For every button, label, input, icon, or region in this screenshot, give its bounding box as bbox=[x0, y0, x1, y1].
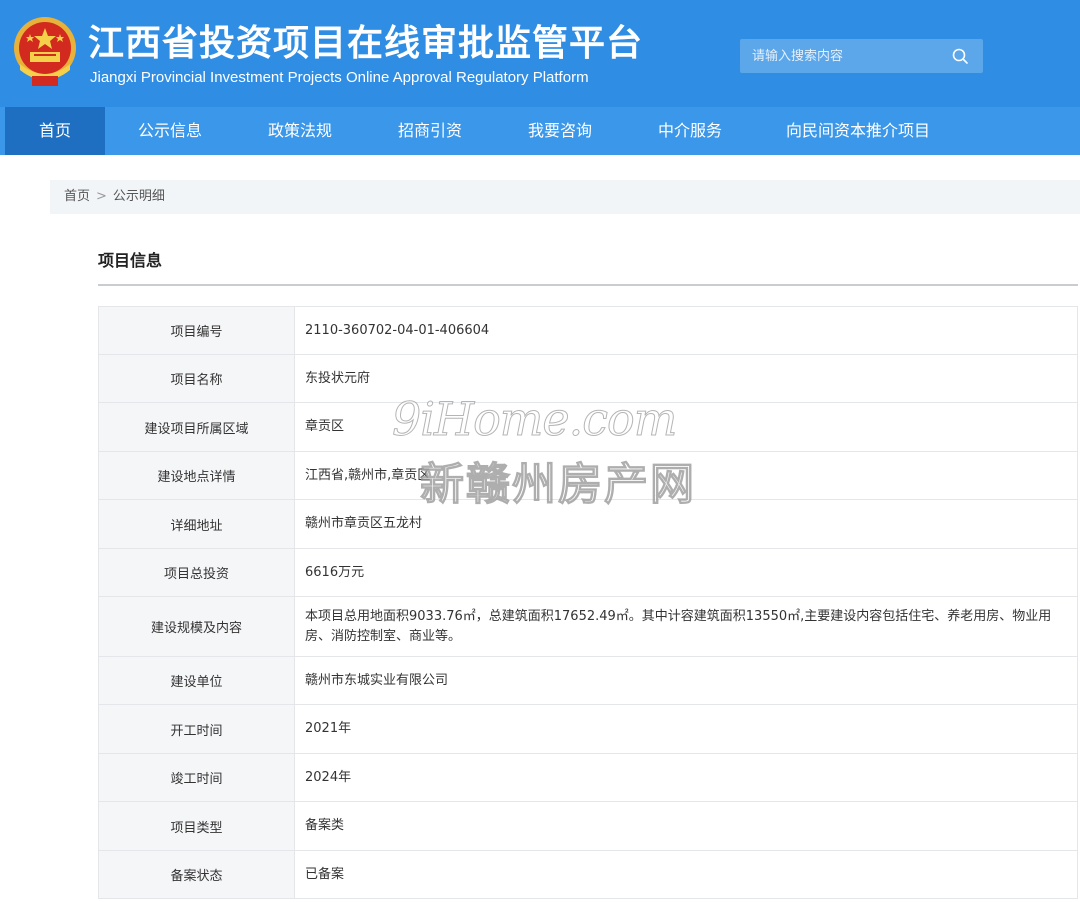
search-box bbox=[740, 39, 983, 73]
site-title: 江西省投资项目在线审批监管平台 bbox=[88, 23, 644, 64]
national-emblem-icon[interactable] bbox=[10, 14, 80, 90]
row-value: 6616万元 bbox=[294, 548, 1078, 597]
nav-item-public-info[interactable]: 公示信息 bbox=[120, 107, 220, 155]
nav-item-home[interactable]: 首页 bbox=[5, 107, 105, 155]
search-input[interactable] bbox=[740, 39, 940, 73]
nav-item-agency-service[interactable]: 中介服务 bbox=[640, 107, 740, 155]
table-row: 项目编号 2110-360702-04-01-406604 bbox=[98, 306, 1078, 355]
table-row: 建设规模及内容 本项目总用地面积9033.76㎡，总建筑面积17652.49㎡。… bbox=[98, 596, 1078, 657]
row-label: 详细地址 bbox=[98, 499, 295, 549]
nav-item-consult[interactable]: 我要咨询 bbox=[510, 107, 610, 155]
row-value: 已备案 bbox=[294, 850, 1078, 899]
table-row: 建设项目所属区域 章贡区 bbox=[98, 402, 1078, 452]
row-label: 项目类型 bbox=[98, 801, 295, 851]
row-value: 备案类 bbox=[294, 801, 1078, 851]
row-label: 项目编号 bbox=[98, 306, 295, 355]
site-header: 江西省投资项目在线审批监管平台 Jiangxi Provincial Inves… bbox=[0, 0, 1080, 107]
row-value: 章贡区 bbox=[294, 402, 1078, 452]
table-row: 详细地址 赣州市章贡区五龙村 bbox=[98, 499, 1078, 549]
row-label: 竣工时间 bbox=[98, 753, 295, 802]
table-row: 备案状态 已备案 bbox=[98, 850, 1078, 899]
breadcrumb-current: 公示明细 bbox=[112, 189, 165, 204]
row-value: 东投状元府 bbox=[294, 354, 1078, 403]
nav-item-policy[interactable]: 政策法规 bbox=[250, 107, 350, 155]
project-info-table: 项目编号 2110-360702-04-01-406604 项目名称 东投状元府… bbox=[98, 306, 1078, 899]
row-value: 2110-360702-04-01-406604 bbox=[294, 306, 1078, 355]
nav-item-investment-promotion[interactable]: 招商引资 bbox=[380, 107, 480, 155]
site-subtitle: Jiangxi Provincial Investment Projects O… bbox=[90, 69, 589, 86]
row-label: 建设地点详情 bbox=[98, 451, 295, 500]
row-label: 备案状态 bbox=[98, 850, 295, 899]
row-label: 项目总投资 bbox=[98, 548, 295, 597]
row-label: 建设规模及内容 bbox=[98, 596, 295, 657]
breadcrumb-home[interactable]: 首页 bbox=[64, 189, 90, 204]
main-nav: 首页 公示信息 政策法规 招商引资 我要咨询 中介服务 向民间资本推介项目 bbox=[0, 107, 1080, 155]
section-divider bbox=[98, 284, 1078, 286]
row-label: 建设单位 bbox=[98, 656, 295, 705]
row-value: 赣州市东城实业有限公司 bbox=[294, 656, 1078, 705]
search-icon[interactable] bbox=[951, 47, 969, 65]
breadcrumb-separator: > bbox=[96, 189, 107, 204]
row-value: 2021年 bbox=[294, 704, 1078, 754]
table-row: 竣工时间 2024年 bbox=[98, 753, 1078, 802]
table-row: 项目类型 备案类 bbox=[98, 801, 1078, 851]
row-value: 2024年 bbox=[294, 753, 1078, 802]
table-row: 建设地点详情 江西省,赣州市,章贡区 bbox=[98, 451, 1078, 500]
nav-item-private-capital[interactable]: 向民间资本推介项目 bbox=[775, 107, 941, 155]
row-value: 江西省,赣州市,章贡区 bbox=[294, 451, 1078, 500]
section-title: 项目信息 bbox=[98, 251, 163, 270]
row-value: 赣州市章贡区五龙村 bbox=[294, 499, 1078, 549]
breadcrumb: 首页 > 公示明细 bbox=[50, 180, 1080, 214]
table-row: 项目名称 东投状元府 bbox=[98, 354, 1078, 403]
row-label: 项目名称 bbox=[98, 354, 295, 403]
row-label: 开工时间 bbox=[98, 704, 295, 754]
row-value: 本项目总用地面积9033.76㎡，总建筑面积17652.49㎡。其中计容建筑面积… bbox=[294, 596, 1078, 657]
row-label: 建设项目所属区域 bbox=[98, 402, 295, 452]
table-row: 建设单位 赣州市东城实业有限公司 bbox=[98, 656, 1078, 705]
table-row: 项目总投资 6616万元 bbox=[98, 548, 1078, 597]
table-row: 开工时间 2021年 bbox=[98, 704, 1078, 754]
